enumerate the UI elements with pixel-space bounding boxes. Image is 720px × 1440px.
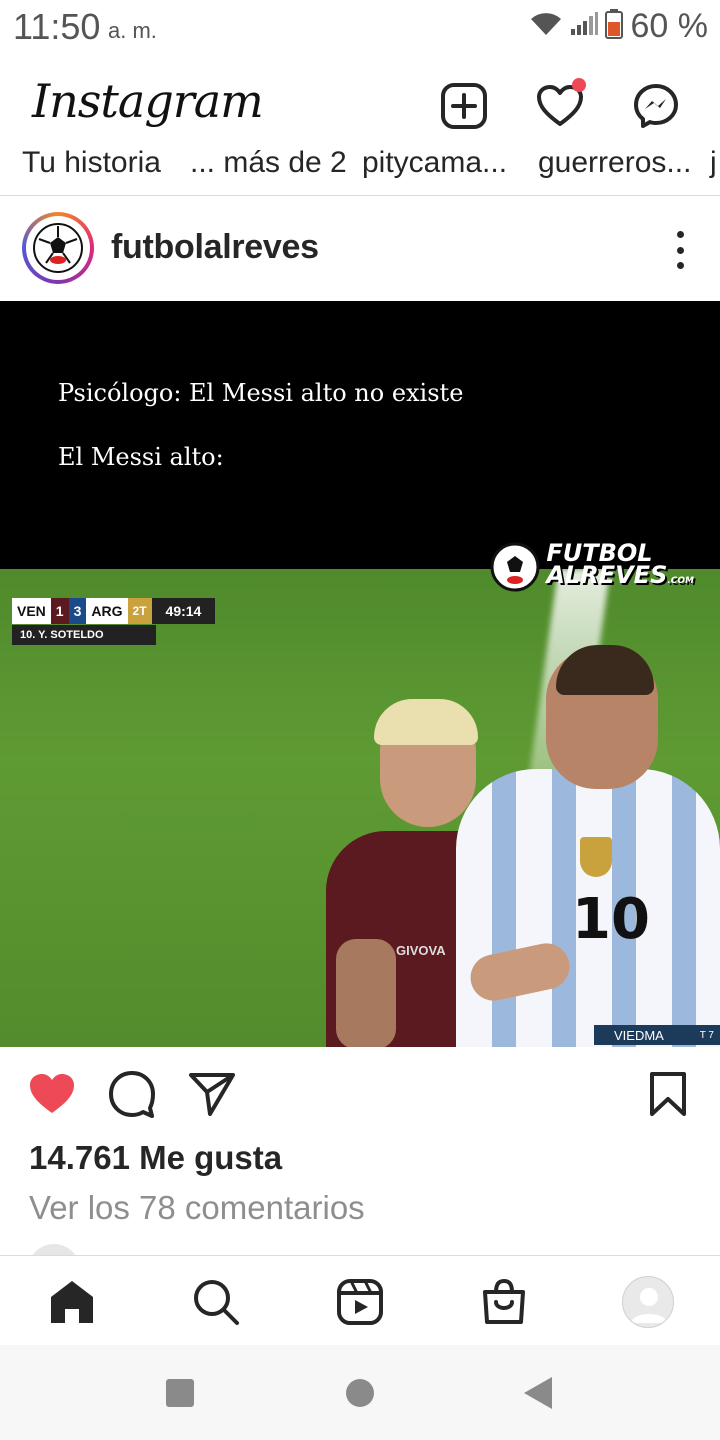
back-button[interactable]	[520, 1375, 556, 1411]
shirt-sponsor: GIVOVA	[396, 943, 446, 958]
wifi-icon	[529, 11, 563, 42]
channel-tag-suffix: T 7	[699, 1029, 714, 1041]
stories-tray[interactable]: Tu historia ... más de 2 pitycama... gue…	[0, 150, 720, 196]
instagram-logo[interactable]: Instagram	[32, 74, 264, 128]
story-label[interactable]: pitycama...	[362, 150, 507, 180]
back-icon	[524, 1377, 552, 1409]
scorebug: VEN 1 3 ARG 2T 49:14	[12, 598, 216, 624]
tab-reels[interactable]	[334, 1276, 386, 1328]
likes-count[interactable]: 14.761 Me gusta	[29, 1139, 282, 1177]
story-label[interactable]: j	[710, 150, 717, 180]
new-post-button[interactable]	[440, 82, 488, 130]
scorebug-home-score: 1	[50, 598, 69, 624]
scorebug-player: 10. Y. SOTELDO	[12, 625, 156, 645]
profile-avatar	[622, 1276, 674, 1328]
story-label[interactable]: ... más de 2	[190, 150, 347, 180]
watermark-suffix: .COM	[667, 576, 694, 586]
signal-icon	[569, 11, 599, 42]
bookmark-icon	[650, 1072, 686, 1116]
notification-dot	[572, 78, 586, 92]
more-icon	[676, 231, 684, 238]
match-photo: VEN 1 3 ARG 2T 49:14 10. Y. SOTELDO GIVO…	[0, 569, 720, 1047]
view-comments-link[interactable]: Ver los 78 comentarios	[29, 1189, 365, 1227]
watermark-ball-icon	[490, 542, 540, 592]
messenger-icon	[634, 84, 678, 128]
default-avatar-icon	[631, 1288, 667, 1323]
home-button[interactable]	[342, 1375, 378, 1411]
watermark-line-2: ALREVES	[546, 561, 668, 589]
status-bar: 11:50 a. m. 60 %	[0, 0, 720, 52]
like-button[interactable]	[27, 1069, 77, 1119]
post-avatar-image	[26, 216, 90, 280]
battery-icon	[604, 8, 623, 44]
bottom-tab-bar	[0, 1255, 720, 1345]
tab-search[interactable]	[190, 1276, 242, 1328]
channel-tag-text: VIEDMA	[614, 1027, 664, 1043]
tab-shop[interactable]	[478, 1276, 530, 1328]
player-venezuela-arm	[336, 939, 396, 1047]
meme-caption-area: Psicólogo: El Messi alto no existe El Me…	[0, 301, 720, 569]
scorebug-away: ARG	[86, 598, 128, 624]
reels-icon	[337, 1279, 383, 1325]
home-circle-icon	[346, 1379, 374, 1407]
battery-percent: 60 %	[630, 6, 709, 45]
app-header: Instagram	[0, 60, 720, 156]
post-header: futbolalreves	[0, 197, 720, 301]
heart-filled-icon	[30, 1074, 74, 1113]
shirt-number: 10	[572, 887, 650, 952]
new-post-icon	[441, 83, 487, 129]
recents-icon	[166, 1379, 194, 1407]
scorebug-clock: 49:14	[151, 598, 216, 624]
shop-icon	[483, 1278, 525, 1324]
watermark-text: FUTBOL ALREVES.COM	[546, 541, 694, 592]
meme-caption-line-2: El Messi alto:	[58, 443, 224, 471]
home-icon	[51, 1281, 93, 1323]
story-label[interactable]: guerreros...	[538, 150, 691, 180]
scorebug-home: VEN	[12, 598, 51, 624]
android-nav-bar	[0, 1345, 720, 1440]
tab-profile[interactable]	[622, 1276, 674, 1328]
scorebug-away-score: 3	[68, 598, 87, 624]
search-icon	[194, 1280, 239, 1325]
story-label[interactable]: Tu historia	[22, 150, 161, 180]
comment-icon	[109, 1071, 155, 1118]
post-actions	[0, 1047, 720, 1137]
post-options-button[interactable]	[670, 231, 690, 269]
post-username[interactable]: futbolalreves	[111, 228, 319, 267]
status-icons: 60 %	[529, 6, 709, 46]
soccer-ball-icon	[33, 223, 83, 273]
save-button[interactable]	[643, 1069, 693, 1119]
post-image[interactable]: Psicólogo: El Messi alto no existe El Me…	[0, 301, 720, 1047]
post-avatar[interactable]	[22, 212, 94, 284]
recents-button[interactable]	[162, 1375, 198, 1411]
status-time: 11:50	[13, 6, 101, 47]
comment-button[interactable]	[107, 1069, 157, 1119]
activity-button[interactable]	[536, 78, 586, 130]
instagram-screen: 11:50 a. m. 60 % Instagram Tu historia .…	[0, 0, 720, 1440]
send-icon	[189, 1073, 235, 1116]
status-ampm: a. m.	[108, 18, 157, 43]
stories-labels: Tu historia ... más de 2 pitycama... gue…	[0, 150, 720, 186]
player-venezuela-hair	[374, 699, 478, 745]
channel-tag: VIEDMA T 7	[594, 1025, 720, 1045]
scorebug-period: 2T	[127, 598, 152, 624]
afa-crest-icon	[580, 837, 612, 877]
share-button[interactable]	[187, 1069, 237, 1119]
futbolalreves-watermark: FUTBOL ALREVES.COM	[490, 537, 694, 597]
meme-caption-line-1: Psicólogo: El Messi alto no existe	[58, 379, 464, 407]
tab-home[interactable]	[46, 1276, 98, 1328]
messenger-button[interactable]	[632, 82, 680, 130]
